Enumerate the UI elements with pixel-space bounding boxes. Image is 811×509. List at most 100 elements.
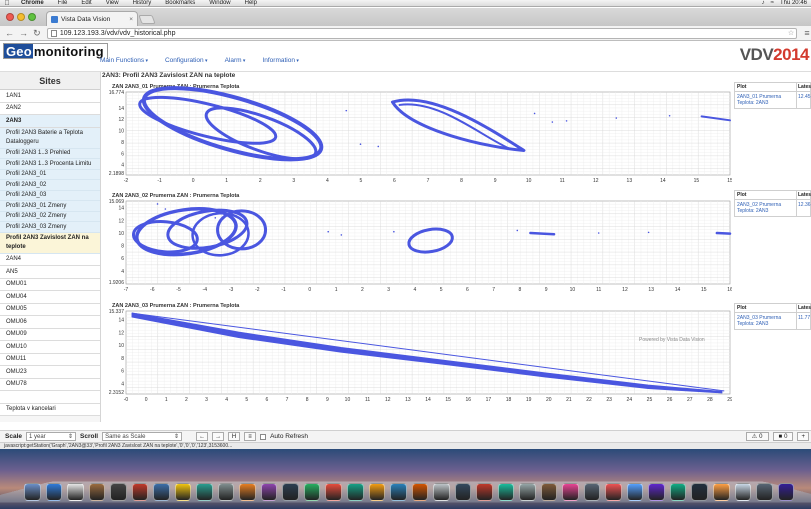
dock-app-icon[interactable] <box>390 483 407 501</box>
site-sub-item[interactable]: Profil 2AN3_02 <box>0 180 100 191</box>
site-item[interactable]: 2AN4 <box>0 253 100 266</box>
options-button[interactable]: ≡ <box>244 432 257 441</box>
nav-configuration[interactable]: Configuration <box>165 57 208 64</box>
site-item[interactable]: OMU04 <box>0 291 100 304</box>
dock-app-icon[interactable] <box>217 483 235 501</box>
menu-view[interactable]: View <box>99 0 126 6</box>
wifi-icon[interactable]: ≈ <box>771 0 774 6</box>
dock-app-icon[interactable] <box>239 483 256 501</box>
site-group-2an3[interactable]: 2AN3 <box>0 115 100 128</box>
clock[interactable]: Thu 20:46 <box>780 0 807 6</box>
menu-help[interactable]: Help <box>238 0 264 6</box>
scale-select[interactable]: 1 year ⇕ <box>26 432 76 441</box>
site-sub-item[interactable]: Profil 2AN3 1..3 Prehled <box>0 148 100 159</box>
geomonitoring-logo[interactable]: Geo monitoring <box>3 43 108 59</box>
address-bar[interactable]: 109.123.193.3/vdv/vdv_historical.php ☆ <box>46 27 798 39</box>
panel-plot-link[interactable]: 2AN3_02 Prumerna Teplota: 2AN3 <box>735 200 797 216</box>
site-sub-item[interactable]: Profil 2AN3_03 Zmeny <box>0 222 100 233</box>
dock-app-icon[interactable] <box>777 483 795 501</box>
home-button[interactable]: H <box>228 432 241 441</box>
dock-app-icon[interactable] <box>110 483 127 501</box>
site-item[interactable]: OMU05 <box>0 303 100 316</box>
menu-file[interactable]: File <box>51 0 75 6</box>
nav-alarm[interactable]: Alarm <box>225 57 246 64</box>
nav-main-functions[interactable]: Main Functions <box>100 57 148 64</box>
alarms-button[interactable]: ⚠ 0 <box>745 432 769 441</box>
dock-app-icon[interactable] <box>713 483 730 501</box>
dock-app-icon[interactable] <box>153 483 170 501</box>
dock-app-icon[interactable] <box>303 483 321 501</box>
panel-plot-link[interactable]: 2AN3_01 Prumerna Teplota: 2AN3 <box>735 92 797 108</box>
site-item[interactable]: OMU01 <box>0 278 100 291</box>
apple-icon[interactable]:  <box>0 0 14 6</box>
site-item[interactable]: OMU06 <box>0 316 100 329</box>
site-item[interactable] <box>0 391 100 404</box>
nav-information[interactable]: Information <box>262 57 298 64</box>
site-item[interactable]: OMU09 <box>0 328 100 341</box>
site-item[interactable]: OMU23 <box>0 366 100 379</box>
dock-app-icon[interactable] <box>756 483 773 501</box>
dock-app-icon[interactable] <box>583 483 601 501</box>
forward-icon[interactable]: → <box>19 28 28 38</box>
bookmark-star-icon[interactable]: ☆ <box>788 29 796 37</box>
close-tab-icon[interactable]: × <box>129 16 133 23</box>
dock-app-icon[interactable] <box>433 483 450 501</box>
close-window-icon[interactable] <box>6 13 14 21</box>
dock-app-icon[interactable] <box>669 483 687 501</box>
dock-app-icon[interactable] <box>476 483 493 501</box>
panel-plot-link[interactable]: 2AN3_03 Prumerna Teplota: 2AN3 <box>735 313 797 329</box>
dock-app-icon[interactable] <box>325 483 342 501</box>
site-item[interactable]: 1AN1 <box>0 90 100 103</box>
dock-app-icon[interactable] <box>540 483 558 501</box>
menu-hamburger-icon[interactable]: ≡ <box>803 28 811 38</box>
dock-app-icon[interactable] <box>260 483 278 501</box>
menu-app-name[interactable]: Chrome <box>14 0 51 6</box>
dock-app-icon[interactable] <box>519 483 536 501</box>
dock-app-icon[interactable] <box>282 483 299 501</box>
dock-app-icon[interactable] <box>734 483 752 501</box>
menu-edit[interactable]: Edit <box>74 0 98 6</box>
dock-app-icon[interactable] <box>24 483 41 501</box>
dock-app-icon[interactable] <box>45 483 63 501</box>
site-sub-item[interactable]: Profil 2AN3_01 <box>0 169 100 180</box>
dock-app-icon[interactable] <box>368 483 386 501</box>
minimize-window-icon[interactable] <box>17 13 25 21</box>
dock-app-icon[interactable] <box>88 483 106 501</box>
dock-app-icon[interactable] <box>497 483 515 501</box>
dock-app-icon[interactable] <box>196 483 213 501</box>
menu-bookmarks[interactable]: Bookmarks <box>158 0 202 6</box>
site-sub-item[interactable]: Profil 2AN3_01 Zmeny <box>0 201 100 212</box>
dock-app-icon[interactable] <box>67 483 84 501</box>
site-item[interactable]: OMU78 <box>0 378 100 391</box>
site-item[interactable]: AN5 <box>0 266 100 279</box>
site-sub-item[interactable]: Profil 2AN3_03 <box>0 190 100 201</box>
dock-app-icon[interactable] <box>411 483 429 501</box>
dock-app-icon[interactable] <box>605 483 622 501</box>
dock-app-icon[interactable] <box>174 483 192 501</box>
site-item[interactable]: Teplota v kancelari <box>0 403 100 416</box>
reload-icon[interactable]: ↻ <box>33 28 41 39</box>
menu-history[interactable]: History <box>126 0 159 6</box>
dock-app-icon[interactable] <box>691 483 708 501</box>
back-icon[interactable]: ← <box>5 28 14 38</box>
dock-app-icon[interactable] <box>454 483 472 501</box>
messages-button[interactable]: ■ 0 <box>772 432 794 441</box>
site-sub-item[interactable]: Profil 2AN3 Baterie a Teplota Datalogger… <box>0 127 100 149</box>
add-button[interactable]: + <box>797 432 809 441</box>
volume-icon[interactable]: ♪ <box>762 0 765 6</box>
dock-app-icon[interactable] <box>562 483 579 501</box>
scroll-forward-button[interactable]: → <box>212 432 225 441</box>
site-item[interactable]: OMU10 <box>0 341 100 354</box>
dock-app-icon[interactable] <box>346 483 364 501</box>
scroll-select[interactable]: Same as Scale ⇕ <box>102 432 183 441</box>
dock-app-icon[interactable] <box>626 483 644 501</box>
site-item[interactable]: OMU11 <box>0 353 100 366</box>
site-sub-item[interactable]: Profil 2AN3_02 Zmeny <box>0 211 100 222</box>
dock-app-icon[interactable] <box>648 483 665 501</box>
browser-tab[interactable]: Vista Data Vision × <box>46 11 138 26</box>
new-tab-button[interactable] <box>138 15 156 24</box>
site-item[interactable]: 2AN2 <box>0 102 100 115</box>
zoom-window-icon[interactable] <box>28 13 36 21</box>
auto-refresh-checkbox[interactable] <box>260 433 267 440</box>
site-sub-item[interactable]: Profil 2AN3 1..3 Procenta Limitu <box>0 159 100 170</box>
